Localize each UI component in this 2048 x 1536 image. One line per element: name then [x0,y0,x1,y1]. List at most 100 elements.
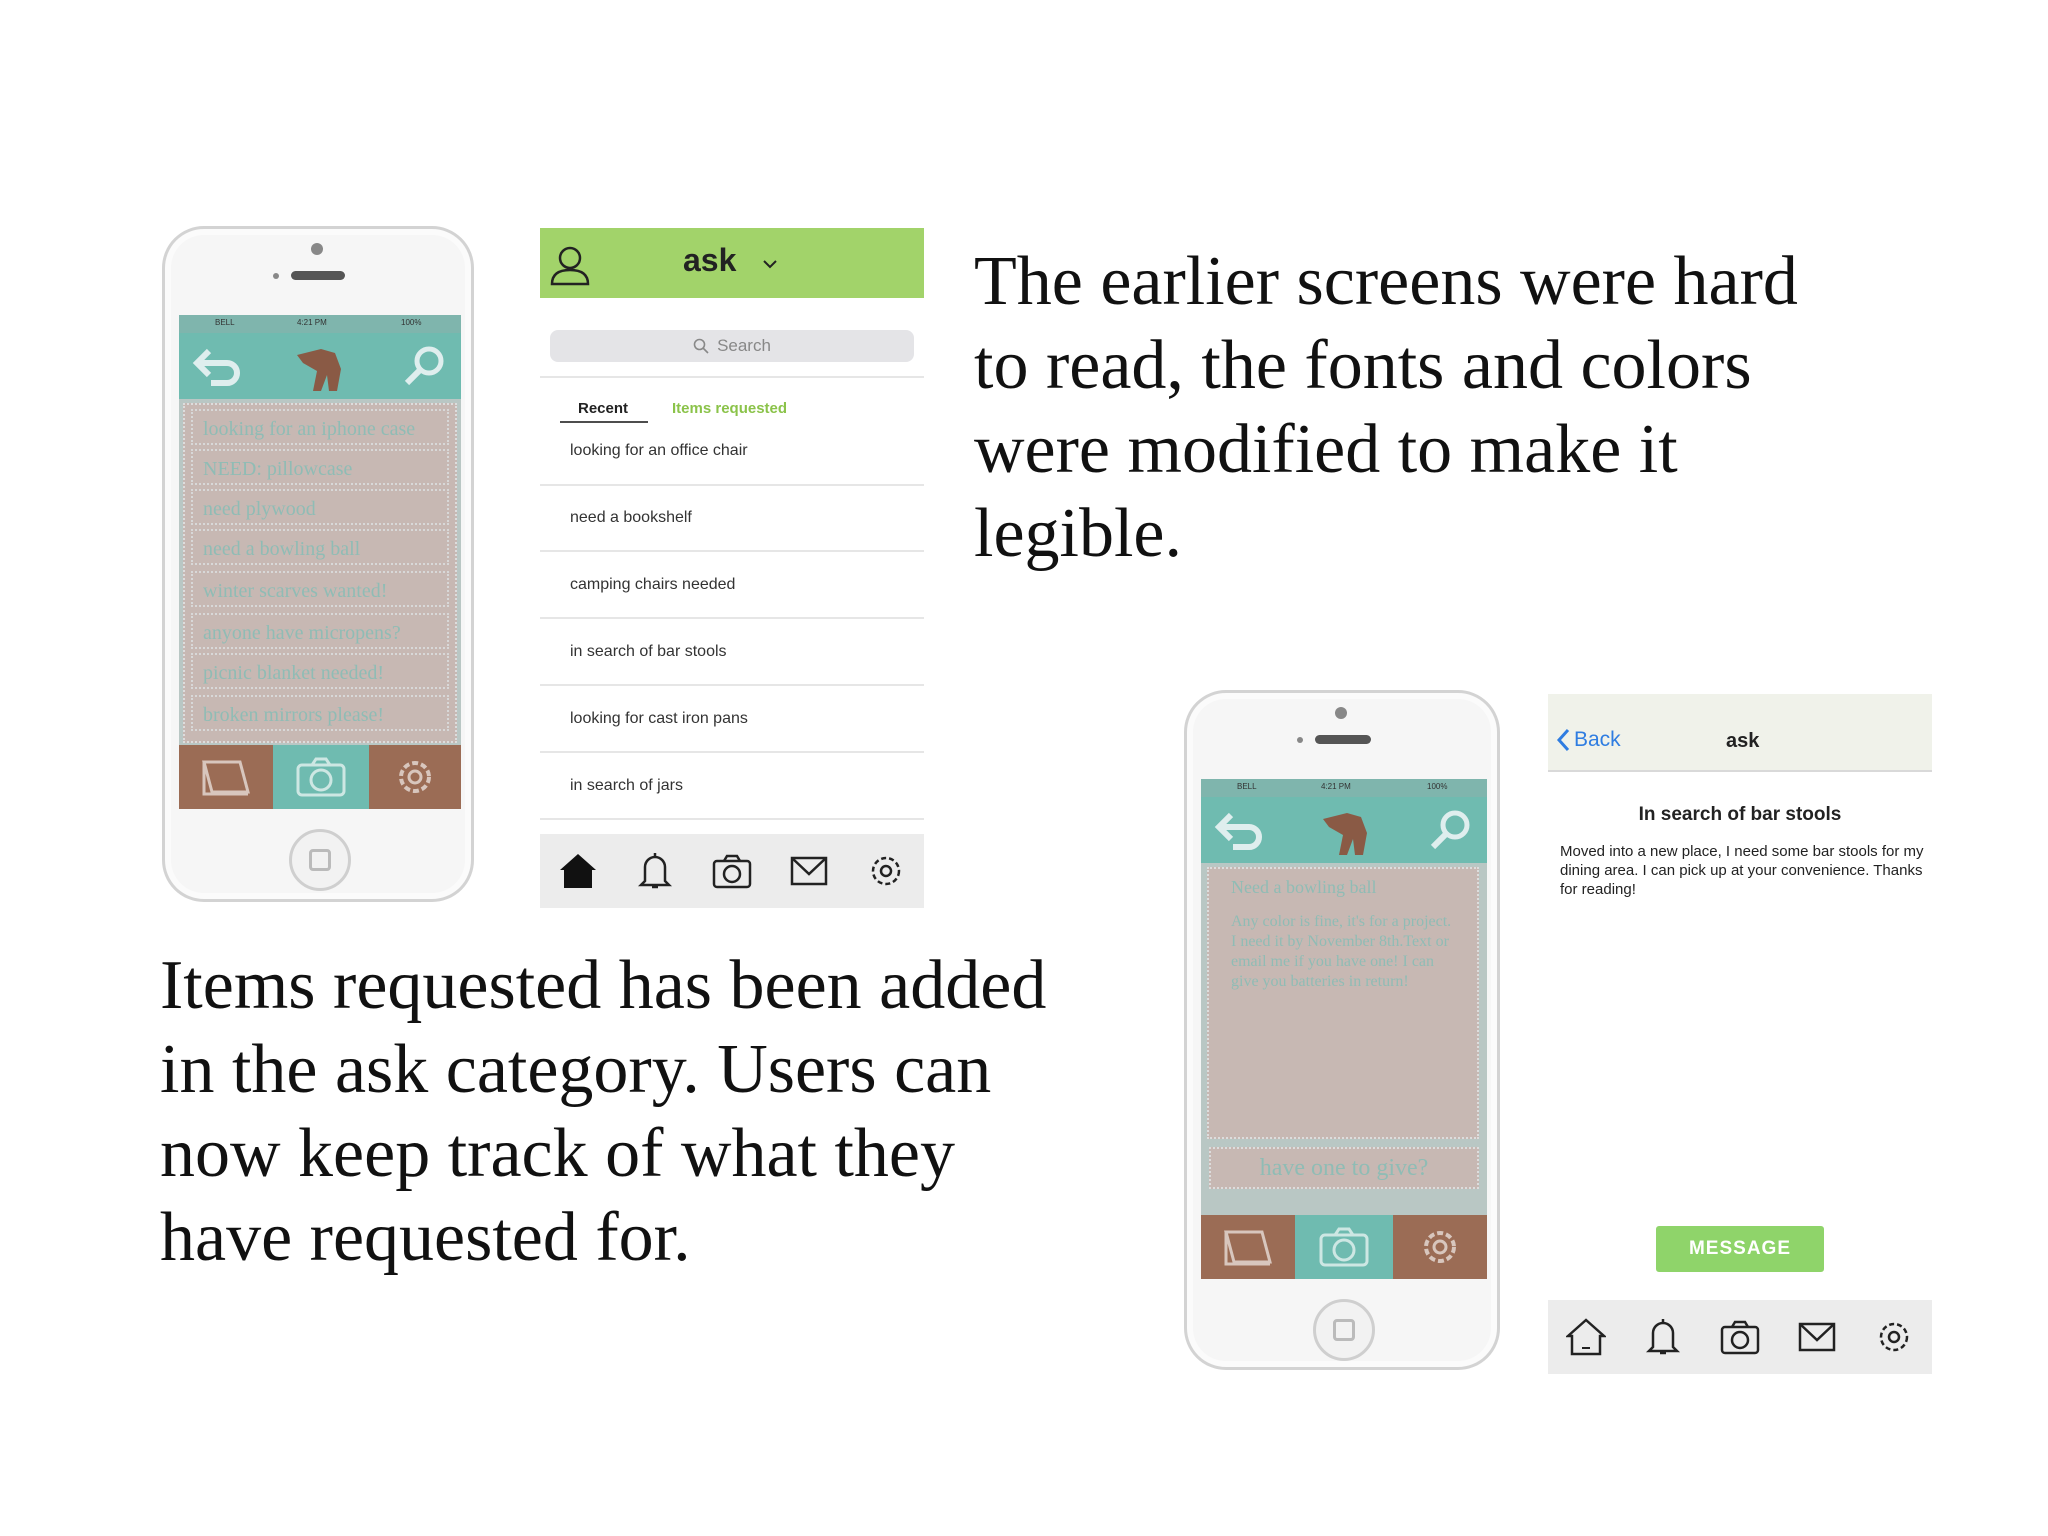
bottom-nav [540,834,924,908]
old-detail-card: Need a bowling ball Any color is fine, i… [1207,867,1479,1139]
search-icon[interactable] [401,343,449,391]
caption-legibility: The earlier screens were hard to read, t… [974,243,1798,572]
detail-body: Moved into a new place, I need some bar … [1560,843,1924,898]
home-button[interactable] [289,829,351,891]
detail-screen: Back ask In search of bar stools Moved i… [1548,694,1932,1374]
ask-header: ask [540,228,924,298]
search-placeholder: Search [717,336,771,355]
phone-speaker [1315,735,1371,744]
status-carrier: BELL [1237,782,1257,791]
nav-settings[interactable] [864,849,908,893]
camera-icon [1319,1227,1369,1267]
ask-title[interactable]: ask [683,242,736,279]
nav-notifications[interactable] [1641,1315,1685,1359]
nav-camera[interactable] [710,849,754,893]
list-item[interactable]: looking for an office chair [540,418,924,486]
phone-speaker [291,271,345,280]
old-tab-bar [179,745,461,809]
tab-items-requested[interactable]: Items requested [672,400,787,417]
gear-icon [399,761,431,793]
message-button[interactable]: MESSAGE [1656,1226,1824,1272]
list-item[interactable]: in search of bar stools [540,620,924,686]
camera-icon [296,757,346,797]
tab-recent[interactable]: Recent [578,400,628,417]
search-input[interactable]: Search [550,330,914,362]
nav-messages[interactable] [1795,1315,1839,1359]
ask-list-screen: ask Search Recent Items requested lookin… [540,228,924,908]
camera-icon [712,854,752,889]
detail-header-title: ask [1726,730,1760,752]
tab-board[interactable] [179,745,273,809]
home-icon [560,854,597,888]
nav-notifications[interactable] [633,849,677,893]
status-bar: BELL 4:21 PM 100% [1201,779,1487,797]
status-carrier: BELL [215,318,235,327]
detail-header: Back ask [1548,694,1932,772]
list-item[interactable]: need a bowling ball [191,529,449,565]
old-phone-mockup-detail: BELL 4:21 PM 100% Need a bowling ball An… [1184,690,1500,1370]
list-item[interactable]: anyone have micropens? [191,613,449,649]
nav-messages[interactable] [787,849,831,893]
home-button[interactable] [1313,1299,1375,1361]
status-battery: 100% [1427,782,1448,791]
old-app-bar [1201,797,1487,863]
hand-logo-icon [297,349,341,391]
nav-home[interactable] [556,849,600,893]
back-arrow-icon[interactable] [191,345,243,389]
search-icon [693,338,709,354]
status-time: 4:21 PM [1321,782,1351,791]
list-item[interactable]: need a bookshelf [540,486,924,552]
nav-settings[interactable] [1872,1315,1916,1359]
old-detail-title: Need a bowling ball [1231,877,1377,897]
list-item[interactable]: looking for an iphone case [191,409,449,445]
old-app-bar [179,333,461,399]
phone-sensor [273,273,279,279]
list-item[interactable]: in search of jars [540,754,924,820]
nav-home[interactable] [1564,1315,1608,1359]
phone-camera [1335,707,1347,719]
old-detail-body: Any color is fine, it's for a project. I… [1231,913,1452,990]
old-list-screen: BELL 4:21 PM 100% looking for an iphone … [179,315,461,809]
hand-logo-icon [1323,813,1367,855]
back-arrow-icon[interactable] [1213,809,1265,853]
bottom-nav [1548,1300,1932,1374]
gear-icon [871,856,900,886]
home-icon [1566,1318,1607,1356]
gear-icon [1879,1322,1908,1352]
list-item[interactable]: looking for cast iron pans [540,687,924,753]
camera-icon [1720,1320,1760,1355]
phone-sensor [1297,737,1303,743]
old-tab-bar [1201,1215,1487,1279]
search-divider [540,376,924,378]
gear-icon [1424,1231,1456,1263]
old-phone-mockup-list: BELL 4:21 PM 100% looking for an iphone … [162,226,474,902]
tab-settings[interactable] [369,745,461,809]
phone-camera [311,243,323,255]
status-bar: BELL 4:21 PM 100% [179,315,461,333]
caption-items-requested: Items requested has been added in the as… [160,947,1047,1276]
list-item[interactable]: camping chairs needed [540,553,924,619]
tab-settings[interactable] [1393,1215,1487,1279]
chevron-left-icon [1556,728,1570,752]
user-icon[interactable] [548,244,592,288]
list-item[interactable]: need plywood [191,489,449,525]
chevron-down-icon[interactable] [762,258,778,270]
bell-icon [1646,1319,1681,1355]
list-item[interactable]: picnic blanket needed! [191,653,449,689]
list-item[interactable]: NEED: pillowcase [191,449,449,485]
tab-camera[interactable] [1295,1215,1393,1279]
old-request-list: looking for an iphone case NEED: pillowc… [183,403,457,743]
status-battery: 100% [401,318,422,327]
nav-camera[interactable] [1718,1315,1762,1359]
status-time: 4:21 PM [297,318,327,327]
list-item[interactable]: winter scarves wanted! [191,571,449,607]
list-item[interactable]: broken mirrors please! [191,695,449,731]
tab-board[interactable] [1201,1215,1295,1279]
mail-icon [790,856,828,886]
tab-camera[interactable] [273,745,369,809]
have-one-button[interactable]: have one to give? [1209,1147,1479,1189]
mail-icon [1798,1322,1836,1352]
search-icon[interactable] [1427,807,1475,855]
board-icon [1224,1230,1272,1266]
back-button[interactable]: Back [1556,728,1621,752]
